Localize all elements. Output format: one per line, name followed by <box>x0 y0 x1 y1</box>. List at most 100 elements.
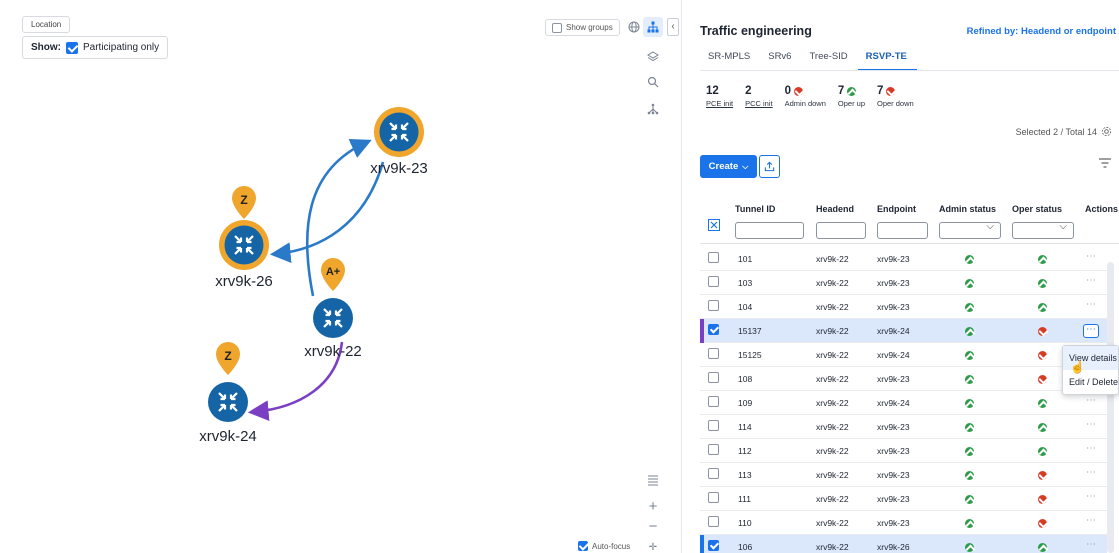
table-scrollbar[interactable] <box>1107 262 1114 553</box>
search-icon[interactable] <box>643 72 663 92</box>
col-endpoint[interactable]: Endpoint <box>877 204 916 214</box>
row-actions-icon[interactable]: ⋯ <box>1086 395 1096 406</box>
row-actions-icon[interactable]: ⋯ <box>1086 539 1096 550</box>
admin-status-select[interactable] <box>939 221 1001 239</box>
table-row[interactable]: 110 xrv9k-22 xrv9k-23 ⋯ <box>700 511 1107 535</box>
tab-rsvp-te[interactable]: RSVP-TE <box>857 46 917 71</box>
status-down-icon <box>1038 495 1047 504</box>
chevron-down-icon: ⌵ <box>742 161 749 171</box>
row-actions-icon[interactable]: ⋯ <box>1083 324 1099 338</box>
status-down-icon <box>1038 519 1047 528</box>
stat-label: Oper down <box>877 99 914 108</box>
table-row[interactable]: 106 xrv9k-22 xrv9k-26 ⋯ <box>700 535 1107 553</box>
select-all-icon[interactable] <box>708 218 720 236</box>
col-admin-status[interactable]: Admin status <box>939 204 996 214</box>
row-actions-icon[interactable]: ⋯ <box>1086 275 1096 286</box>
stat-label: Admin down <box>784 99 826 108</box>
row-checkbox[interactable] <box>708 492 719 503</box>
tunnel-id-cell: 15125 <box>738 350 762 360</box>
status-down-icon <box>1038 351 1047 360</box>
stat-oper-down: 7 Oper down <box>877 84 914 108</box>
export-button[interactable] <box>759 155 780 178</box>
status-down-icon <box>794 86 804 96</box>
stat-pcc-init[interactable]: 2 PCC init <box>745 84 773 108</box>
row-actions-icon[interactable]: ⋯ <box>1086 491 1096 502</box>
table-row[interactable]: 15125xrv9k-22xrv9k-24⋯ <box>700 343 1107 367</box>
status-up-icon <box>965 303 974 312</box>
status-up-icon <box>965 471 974 480</box>
status-down-icon <box>1038 471 1047 480</box>
create-button[interactable]: Create ⌵ <box>700 155 757 178</box>
row-checkbox[interactable] <box>708 324 719 335</box>
headend-cell: xrv9k-22 <box>816 326 849 336</box>
table-row[interactable]: 15137 xrv9k-22 xrv9k-24 ⋯ <box>700 319 1107 343</box>
status-up-icon <box>965 543 974 552</box>
tunnel-id-cell: 15137 <box>738 326 762 336</box>
oper-status-select[interactable] <box>1012 221 1074 239</box>
row-checkbox[interactable] <box>708 348 719 359</box>
row-checkbox[interactable] <box>708 300 719 311</box>
settings-gear-icon[interactable] <box>1101 126 1112 137</box>
list-icon[interactable] <box>643 470 663 490</box>
table-row[interactable]: 104 xrv9k-22 xrv9k-23 ⋯ <box>700 295 1107 319</box>
status-up-icon <box>965 255 974 264</box>
row-actions-icon[interactable]: ⋯ <box>1086 299 1096 310</box>
chevron-left-icon[interactable]: ‹ <box>667 18 679 36</box>
row-actions-icon[interactable]: ⋯ <box>1086 467 1096 478</box>
node-label: xrv9k-26 <box>215 273 273 290</box>
hierarchy-icon[interactable] <box>643 99 663 119</box>
endpoint-cell: xrv9k-26 <box>877 542 910 552</box>
col-headend[interactable]: Headend <box>816 204 854 214</box>
table-row[interactable]: 101 xrv9k-22 xrv9k-23 ⋯ <box>700 247 1107 271</box>
zoom-out-icon[interactable]: − <box>643 516 663 536</box>
row-checkbox[interactable] <box>708 444 719 455</box>
status-up-icon <box>1038 423 1047 432</box>
stat-value: 12 <box>706 85 719 97</box>
filter-icon[interactable] <box>1099 158 1111 171</box>
table-row[interactable]: 109 xrv9k-22 xrv9k-24 ⋯ <box>700 391 1107 415</box>
tab-srv6[interactable]: SRv6 <box>760 46 801 71</box>
col-oper-status[interactable]: Oper status <box>1012 204 1062 214</box>
row-checkbox[interactable] <box>708 252 719 263</box>
fit-icon[interactable]: ✛ <box>643 537 663 553</box>
table-row[interactable]: 111 xrv9k-22 xrv9k-23 ⋯ <box>700 487 1107 511</box>
tunnel-id-cell: 111 <box>738 494 751 504</box>
row-checkbox[interactable] <box>708 396 719 407</box>
endpoint-filter[interactable] <box>877 222 928 239</box>
layers-icon[interactable] <box>643 47 663 67</box>
col-actions: Actions <box>1085 204 1119 214</box>
row-checkbox[interactable] <box>708 468 719 479</box>
table-row[interactable]: 108xrv9k-22xrv9k-23⋯ <box>700 367 1107 391</box>
stat-pce-init[interactable]: 12 PCE init <box>706 84 733 108</box>
refined-by-link[interactable]: Refined by: Headend or endpoint <box>967 26 1116 37</box>
topology-map[interactable]: Location Show: Participating only Show g… <box>0 0 693 553</box>
status-up-icon <box>965 519 974 528</box>
row-checkbox[interactable] <box>708 276 719 287</box>
row-actions-icon[interactable]: ⋯ <box>1086 419 1096 430</box>
row-actions-icon[interactable]: ⋯ <box>1086 515 1096 526</box>
tunnel-id-filter[interactable] <box>735 222 804 239</box>
tab-sr-mpls[interactable]: SR-MPLS <box>700 46 760 71</box>
topology-icon[interactable] <box>643 17 663 37</box>
row-actions-icon[interactable]: ⋯ <box>1086 251 1096 262</box>
row-checkbox[interactable] <box>708 420 719 431</box>
headend-cell: xrv9k-22 <box>816 374 849 384</box>
headend-cell: xrv9k-22 <box>816 302 849 312</box>
table-row[interactable]: 114 xrv9k-22 xrv9k-23 ⋯ <box>700 415 1107 439</box>
col-tunnel-id[interactable]: Tunnel ID <box>735 204 775 214</box>
headend-filter[interactable] <box>816 222 866 239</box>
table-row[interactable]: 112 xrv9k-22 xrv9k-23 ⋯ <box>700 439 1107 463</box>
row-checkbox[interactable] <box>708 516 719 527</box>
row-checkbox[interactable] <box>708 540 719 551</box>
headend-cell: xrv9k-22 <box>816 542 849 552</box>
tab-tree-sid[interactable]: Tree-SID <box>801 46 857 71</box>
table-row[interactable]: 113 xrv9k-22 xrv9k-23 ⋯ <box>700 463 1107 487</box>
selected-total: Selected 2 / Total 14 <box>1016 126 1112 137</box>
row-checkbox[interactable] <box>708 372 719 383</box>
selected-total-text: Selected 2 / Total 14 <box>1015 126 1097 137</box>
table-row[interactable]: 103 xrv9k-22 xrv9k-23 ⋯ <box>700 271 1107 295</box>
stat-value: 7 <box>877 85 884 97</box>
headend-cell: xrv9k-22 <box>816 278 849 288</box>
zoom-in-icon[interactable]: + <box>643 496 663 516</box>
row-actions-icon[interactable]: ⋯ <box>1086 443 1096 454</box>
